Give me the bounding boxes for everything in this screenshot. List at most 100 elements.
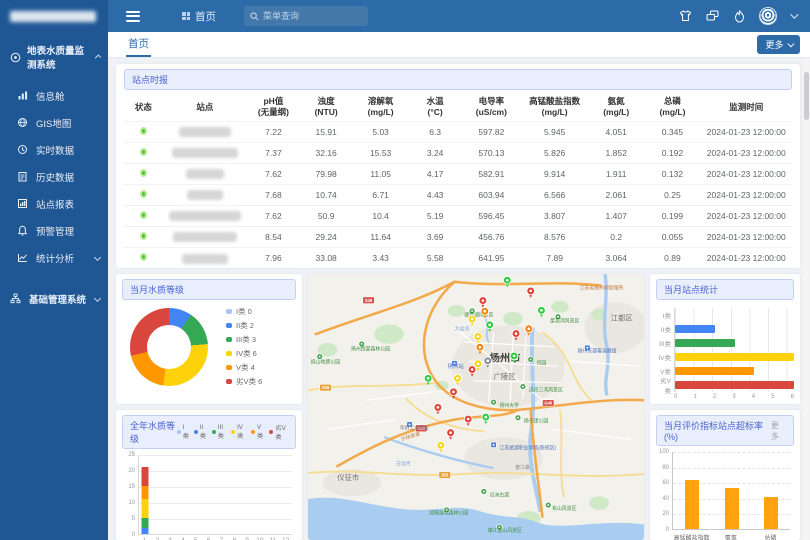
hbar-row[interactable]: IV类: [656, 350, 794, 364]
table-row[interactable]: 7.2215.915.036.3597.825.9454.0510.345202…: [124, 122, 792, 143]
site-stats-chart[interactable]: I类II类III类IV类V类劣V类: [656, 308, 794, 392]
legend-item[interactable]: III类: [212, 423, 226, 441]
sidebar-item-5[interactable]: 站点报表: [0, 190, 108, 217]
value-cell: 582.91: [462, 164, 522, 185]
sidebar-item-3[interactable]: 实时数据: [0, 136, 108, 163]
legend-label: 劣V类 6: [236, 376, 262, 387]
station-table: 状态站点pH值(无量纲)浊度(NTU)溶解氧(mg/L)水温(°C)电导率(uS…: [124, 93, 792, 269]
x-tick-label: 0: [674, 394, 677, 400]
value-cell: 15.91: [300, 122, 353, 143]
sidebar-item-4[interactable]: 历史数据: [0, 163, 108, 190]
column-header: 氨氮(mg/L): [588, 93, 644, 122]
sidebar-item-7[interactable]: 统计分析: [0, 244, 108, 271]
menu-search[interactable]: [244, 6, 368, 26]
flame-icon[interactable]: [732, 9, 746, 23]
value-cell: 456.76: [462, 227, 522, 248]
column-header: pH值(无量纲): [247, 93, 300, 122]
map-label: 润扬湿地森林公园: [429, 510, 468, 517]
legend-item[interactable]: IV类 6: [226, 348, 262, 359]
value-cell: 11.64: [353, 227, 409, 248]
legend-label: III类: [218, 424, 226, 440]
legend-item[interactable]: V类: [251, 423, 264, 441]
more-button-label: 更多: [765, 38, 783, 51]
donut-legend: I类 0 II类 2 III类 3 IV类 6 V类 4 劣V类 6: [226, 306, 262, 387]
stacked-bar[interactable]: [142, 467, 149, 534]
main-content: 站点时报 状态站点pH值(无量纲)浊度(NTU)溶解氧(mg/L)水温(°C)电…: [108, 58, 810, 540]
value-cell: 4.43: [409, 185, 462, 206]
map-panel[interactable]: S49G40G40S28353 扬州市江都区广陵区仪征市扬州西部森林公园捺山地质…: [308, 274, 644, 540]
bar-track: [674, 350, 794, 364]
legend-label: IV类 6: [236, 348, 257, 359]
map[interactable]: S49G40G40S28353 扬州市江都区广陵区仪征市扬州西部森林公园捺山地质…: [308, 274, 644, 540]
bar-track: [674, 364, 794, 378]
hbar-row[interactable]: V类: [656, 364, 794, 378]
legend-item[interactable]: II类 2: [226, 320, 262, 331]
legend-item[interactable]: III类 3: [226, 334, 262, 345]
scrollbar-thumb[interactable]: [804, 72, 809, 120]
sidebar-system-header[interactable]: 地表水质量监测系统: [0, 32, 108, 82]
hamburger-menu-icon[interactable]: [126, 11, 140, 22]
y-tick-label: 0: [132, 532, 138, 538]
value-cell: 5.19: [409, 206, 462, 227]
sidebar-item-2[interactable]: GIS地图: [0, 109, 108, 136]
bar[interactable]: [685, 480, 699, 529]
map-label: 江苏省扬州闸管理所: [580, 285, 624, 292]
exceed-rate-chart[interactable]: 020406080100高锰酸盐指数氨氮总磷: [672, 452, 790, 540]
value-cell: 29.24: [300, 227, 353, 248]
exceed-rate-more-link[interactable]: 更多: [771, 420, 786, 442]
legend-item[interactable]: V类 4: [226, 362, 262, 373]
avatar[interactable]: [759, 7, 777, 25]
legend-item[interactable]: IV类: [231, 423, 246, 441]
year-legend: I类 II类 III类 IV类 V类劣V类: [177, 423, 288, 441]
table-row[interactable]: 7.9633.083.435.58641.957.893.0640.892024…: [124, 248, 792, 269]
status-cell: [124, 143, 163, 164]
hbar-row[interactable]: III类: [656, 336, 794, 350]
table-row[interactable]: 7.6279.9811.054.17582.919.9141.9110.1322…: [124, 164, 792, 185]
history-icon: [16, 171, 28, 183]
legend-label: I类: [183, 424, 189, 440]
breadcrumb-home[interactable]: 首页: [195, 9, 216, 24]
value-cell: 5.826: [521, 143, 588, 164]
park-poi-dot: [498, 526, 500, 528]
legend-item[interactable]: 劣V类: [269, 423, 288, 441]
map-label: 何园: [537, 359, 547, 366]
hbar-row[interactable]: I类: [656, 308, 794, 322]
column-header: 站点: [163, 93, 247, 122]
scrollbar[interactable]: [803, 58, 810, 540]
station-name-cell: [163, 164, 247, 185]
table-row[interactable]: 7.6250.910.45.19596.453.8071.4070.199202…: [124, 206, 792, 227]
station-name-cell: [163, 227, 247, 248]
breadcrumb[interactable]: 首页: [182, 9, 216, 24]
yearly-stacked-chart[interactable]: 0510152025123456789101112: [138, 455, 292, 540]
road-shield-label: G40: [544, 401, 552, 406]
table-row[interactable]: 7.6810.746.714.43603.946.5662.0610.25202…: [124, 185, 792, 206]
table-row[interactable]: 8.5429.2411.643.69456.768.5760.20.055202…: [124, 227, 792, 248]
tab-home[interactable]: 首页: [126, 32, 151, 57]
legend-item[interactable]: I类: [177, 423, 189, 441]
chevron-down-icon: [94, 254, 101, 261]
sidebar-item-6[interactable]: 预警管理: [0, 217, 108, 244]
hbar-row[interactable]: II类: [656, 322, 794, 336]
legend-item[interactable]: 劣V类 6: [226, 376, 262, 387]
grid-icon: [182, 12, 190, 20]
search-input[interactable]: [263, 11, 353, 21]
x-tick-label: 2: [713, 394, 716, 400]
legend-item[interactable]: II类: [194, 423, 207, 441]
table-row[interactable]: 7.3732.1615.533.24570.135.8261.8520.1922…: [124, 143, 792, 164]
sidebar-item-base-system[interactable]: 基础管理系统: [0, 285, 108, 312]
chevron-down-icon[interactable]: [790, 10, 798, 18]
legend-item[interactable]: I类 0: [226, 306, 262, 317]
sidebar-item-label: 信息舱: [36, 89, 65, 103]
donut-chart[interactable]: [130, 308, 208, 386]
column-header: 总磷(mg/L): [644, 93, 700, 122]
bar[interactable]: [725, 488, 739, 529]
hbar-row[interactable]: 劣V类: [656, 378, 794, 392]
sidebar-item-1[interactable]: 信息舱: [0, 82, 108, 109]
value-cell: 9.914: [521, 164, 588, 185]
x-tick-label: 4: [752, 394, 755, 400]
more-button[interactable]: 更多: [757, 35, 800, 54]
theme-skin-icon[interactable]: [678, 9, 692, 23]
road-shield-label: 353: [441, 473, 449, 478]
bar[interactable]: [764, 497, 778, 529]
multi-screen-icon[interactable]: [705, 9, 719, 23]
